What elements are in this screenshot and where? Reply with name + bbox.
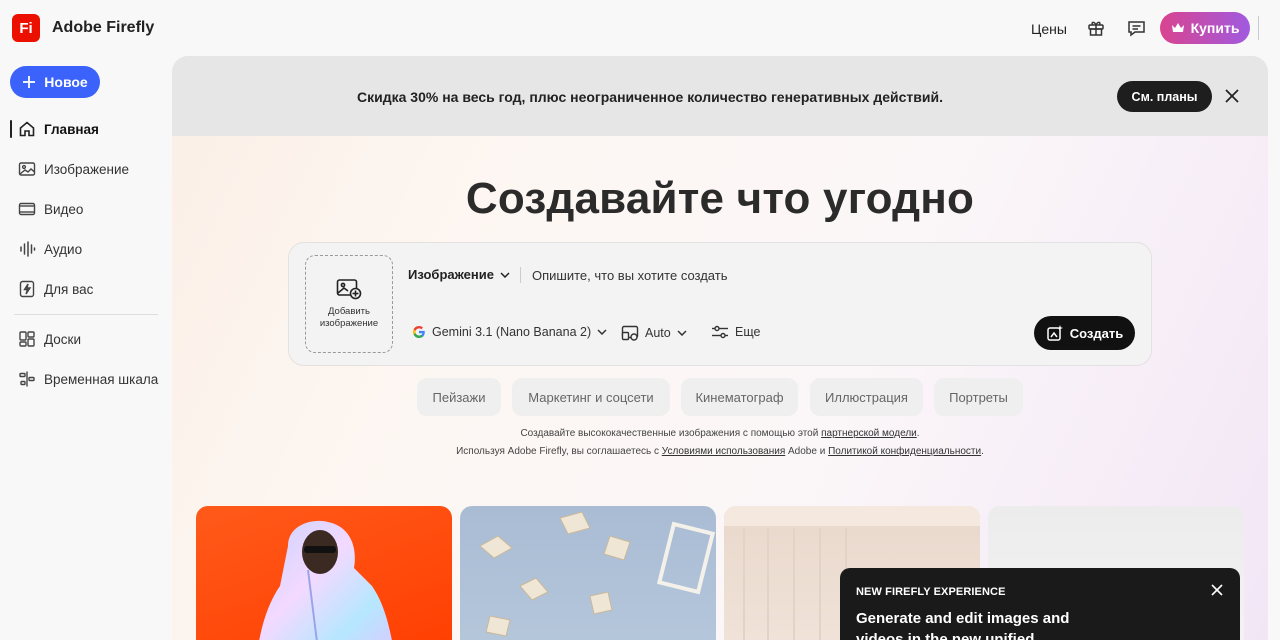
legal-line-1: Создавайте высококачественные изображени… <box>172 428 1268 439</box>
timeline-icon <box>16 368 38 390</box>
bolt-icon <box>16 278 38 300</box>
sidebar-item-label: Изображение <box>44 161 130 177</box>
close-icon[interactable] <box>1222 86 1242 106</box>
aspect-dropdown[interactable]: Auto <box>621 325 687 341</box>
plus-icon <box>23 76 36 88</box>
add-image-button[interactable]: Добавить изображение <box>305 255 393 353</box>
jacket-figure-image <box>259 520 392 640</box>
model-dropdown[interactable]: Gemini 3.1 (Nano Banana 2) <box>412 325 607 339</box>
sidebar-item-boards[interactable]: Доски <box>10 324 160 354</box>
more-label: Еще <box>735 325 761 339</box>
chip-landscapes[interactable]: Пейзажи <box>417 378 501 416</box>
generate-icon <box>1047 325 1063 341</box>
new-button[interactable]: Новое <box>10 66 100 98</box>
buy-label: Купить <box>1190 20 1240 36</box>
sidebar-divider <box>14 314 158 315</box>
promo-text: Скидка 30% на весь год, плюс неограничен… <box>357 89 943 105</box>
mode-divider <box>520 267 521 283</box>
sidebar-item-label: Аудио <box>44 241 83 257</box>
sidebar-item-label: Временная шкала <box>44 371 159 387</box>
sidebar-item-label: Главная <box>44 121 99 137</box>
chevron-down-icon <box>500 271 510 278</box>
chip-marketing[interactable]: Маркетинг и соцсети <box>512 378 670 416</box>
partner-model-link[interactable]: партнерской модели <box>821 428 917 439</box>
create-label: Создать <box>1069 325 1124 341</box>
chip-cinematic[interactable]: Кинематограф <box>681 378 798 416</box>
sidebar-item-video[interactable]: Видео <box>10 194 160 224</box>
legal-text: Создавайте высококачественные изображени… <box>520 428 822 439</box>
chip-portraits[interactable]: Портреты <box>934 378 1023 416</box>
page-title: Создавайте что угодно <box>465 174 975 223</box>
sidebar-item-home[interactable]: Главная <box>10 114 160 144</box>
audio-icon <box>16 238 38 260</box>
promo-banner: Скидка 30% на весь год, плюс неограничен… <box>172 56 1268 136</box>
buy-button[interactable]: Купить <box>1160 12 1250 44</box>
prices-link[interactable]: Цены <box>1031 21 1067 37</box>
new-experience-toast: NEW FIREFLY EXPERIENCE Generate and edit… <box>840 568 1240 640</box>
top-bar: Fi Adobe Firefly Цены Купить <box>0 0 1280 56</box>
sidebar-item-label: Видео <box>44 201 84 217</box>
app-name[interactable]: Adobe Firefly <box>52 19 154 37</box>
model-label: Gemini 3.1 (Nano Banana 2) <box>432 325 592 339</box>
legal-text: Используя Adobe Firefly, вы соглашаетесь… <box>456 446 662 457</box>
prompt-box: Добавить изображение Изображение Gemini … <box>288 242 1152 366</box>
sidebar-item-for-you[interactable]: Для вас <box>10 274 160 304</box>
boards-icon <box>16 328 38 350</box>
topbar-divider <box>1258 16 1259 40</box>
mode-dropdown[interactable]: Изображение <box>408 267 510 282</box>
crown-icon <box>1171 23 1184 32</box>
sliders-icon <box>712 325 728 339</box>
new-label: Новое <box>44 74 88 90</box>
add-image-label-2: изображение <box>319 318 379 329</box>
chip-illustration[interactable]: Иллюстрация <box>810 378 923 416</box>
aspect-ratio-icon <box>621 325 639 341</box>
see-plans-button[interactable]: См. планы <box>1117 81 1212 112</box>
more-options-button[interactable]: Еще <box>711 325 760 339</box>
chevron-down-icon <box>597 329 607 335</box>
google-icon <box>413 326 425 338</box>
toast-kicker: NEW FIREFLY EXPERIENCE <box>856 586 1006 598</box>
aspect-label: Auto <box>645 326 671 340</box>
main-panel: Скидка 30% на весь год, плюс неограничен… <box>172 56 1268 640</box>
gallery-card-books[interactable] <box>460 506 716 640</box>
image-icon <box>16 158 38 180</box>
gallery-card-jacket[interactable] <box>196 506 452 640</box>
terms-link[interactable]: Условиями использования <box>662 446 785 457</box>
add-image-icon <box>336 279 362 300</box>
create-button[interactable]: Создать <box>1034 316 1135 350</box>
feedback-icon[interactable] <box>1125 17 1147 39</box>
legal-text: Adobe и <box>785 446 829 457</box>
sidebar-item-label: Доски <box>44 331 81 347</box>
sidebar-item-timeline[interactable]: Временная шкала <box>10 364 160 394</box>
gift-icon[interactable] <box>1085 17 1107 39</box>
flying-books-image <box>479 511 716 637</box>
add-image-label-1: Добавить <box>328 306 370 317</box>
video-icon <box>16 198 38 220</box>
legal-text: . <box>916 428 920 439</box>
sidebar-item-image[interactable]: Изображение <box>10 154 160 184</box>
chevron-down-icon <box>677 330 687 336</box>
privacy-link[interactable]: Политикой конфиденциальности <box>828 446 981 457</box>
close-icon[interactable] <box>1209 582 1225 598</box>
prompt-input[interactable] <box>532 263 1092 287</box>
sidebar-item-audio[interactable]: Аудио <box>10 234 160 264</box>
legal-line-2: Используя Adobe Firefly, вы соглашаетесь… <box>172 446 1268 457</box>
firefly-logo[interactable]: Fi <box>12 14 40 42</box>
sidebar-item-label: Для вас <box>44 281 94 297</box>
mode-label: Изображение <box>408 267 494 282</box>
toast-title: Generate and edit images and videos in t… <box>856 610 1070 640</box>
legal-text: . <box>981 446 984 457</box>
home-icon <box>16 118 38 140</box>
